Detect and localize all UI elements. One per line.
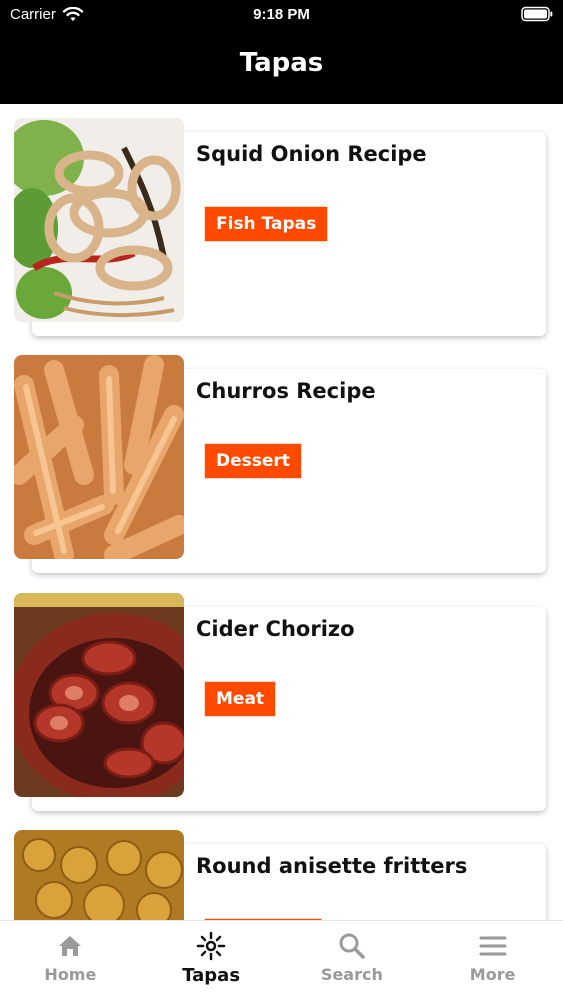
recipe-title: Cider Chorizo	[196, 617, 355, 641]
list-item[interactable]: Churros Recipe Dessert	[14, 355, 548, 575]
category-tag[interactable]: Meat	[204, 681, 277, 717]
recipe-thumbnail	[14, 830, 184, 920]
tab-label: More	[469, 965, 516, 984]
page-title: Tapas	[239, 48, 324, 78]
menu-icon	[479, 936, 507, 956]
recipe-title: Squid Onion Recipe	[196, 142, 427, 166]
home-icon	[59, 936, 82, 956]
list-item[interactable]: Round anisette fritters	[14, 830, 548, 920]
recipe-thumbnail	[14, 118, 184, 322]
recipe-title: Churros Recipe	[196, 379, 376, 403]
tab-label: Home	[44, 965, 97, 984]
category-tag[interactable]: Fish Tapas	[204, 206, 329, 242]
category-tag[interactable]: Dessert	[204, 443, 302, 479]
top-bar: Carrier 9:18 PM Tapas	[0, 0, 563, 104]
tab-more[interactable]: More	[422, 921, 563, 1000]
status-time: 9:18 PM	[253, 6, 310, 23]
recipe-title: Round anisette fritters	[196, 854, 468, 878]
recipe-thumbnail	[14, 355, 184, 559]
tab-search[interactable]: Search	[282, 921, 423, 1000]
recipe-list[interactable]: Squid Onion Recipe Fish Tapas Churros Re…	[0, 104, 563, 920]
search-icon	[339, 933, 365, 959]
tab-tapas[interactable]: Tapas	[141, 921, 282, 1000]
battery-icon	[521, 6, 553, 22]
tab-label: Search	[320, 965, 383, 984]
list-item[interactable]: Cider Chorizo Meat	[14, 593, 548, 813]
tab-label: Tapas	[182, 965, 241, 986]
tab-home[interactable]: Home	[0, 921, 141, 1000]
recipe-thumbnail	[14, 593, 184, 797]
tapas-icon	[196, 931, 226, 961]
tab-bar: Home Tapas Search More	[0, 920, 563, 1000]
status-bar: Carrier 9:18 PM	[0, 0, 563, 30]
list-item[interactable]: Squid Onion Recipe Fish Tapas	[14, 118, 548, 338]
